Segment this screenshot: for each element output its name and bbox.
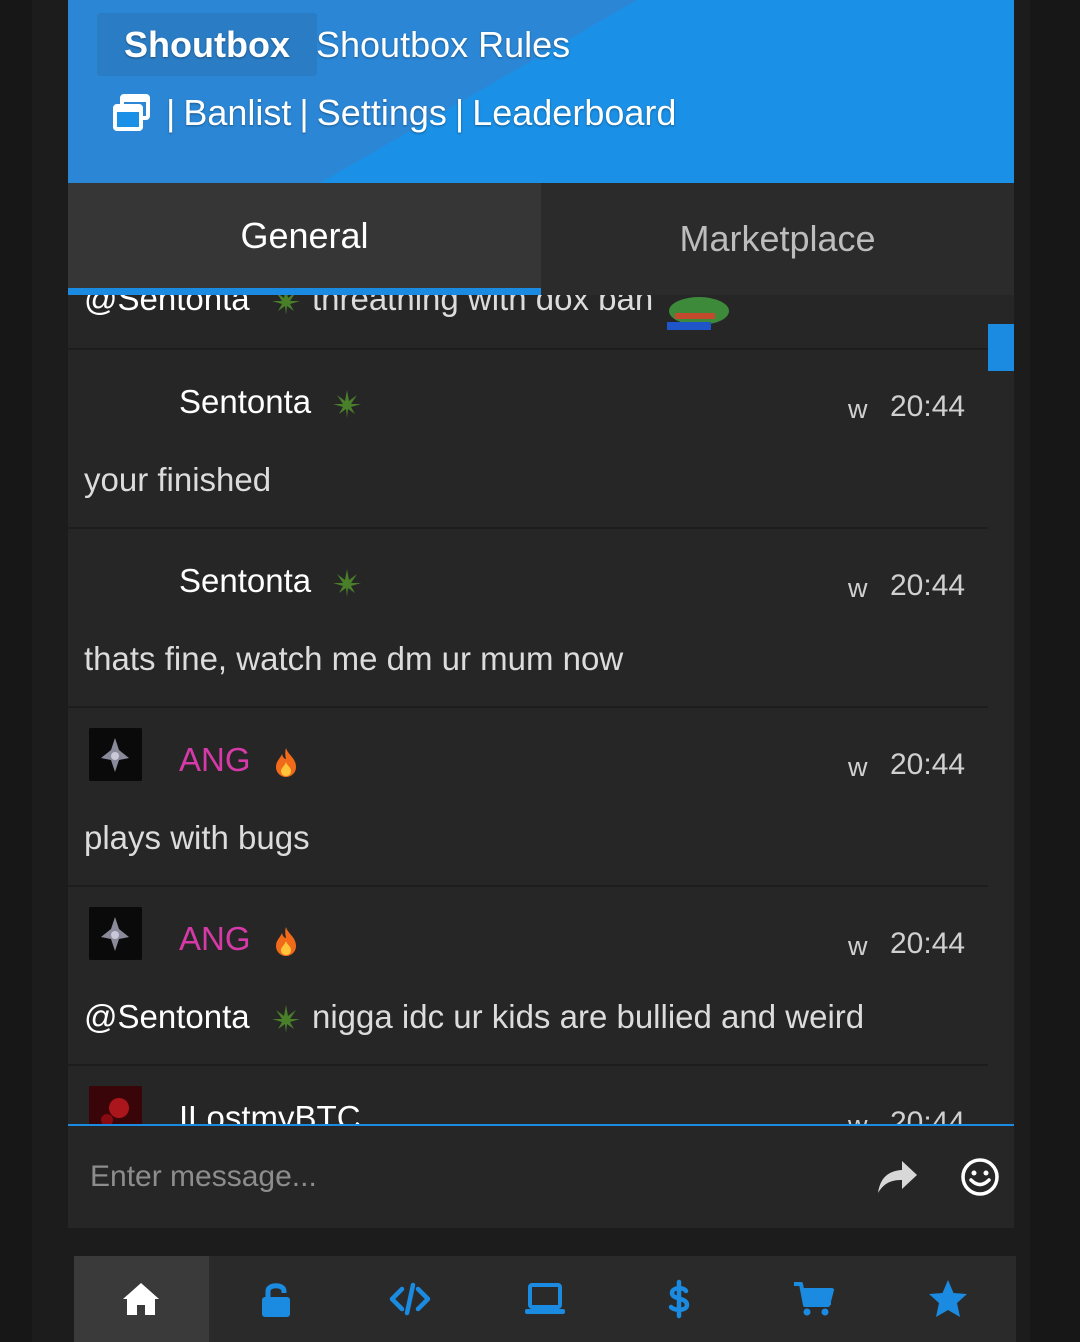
separator: | — [454, 92, 465, 133]
message-username[interactable]: Sentonta — [179, 562, 364, 600]
mention[interactable]: @Sentonta — [84, 295, 250, 317]
leaf-icon — [271, 295, 300, 316]
leaf-icon — [333, 569, 362, 598]
message-input[interactable] — [68, 1126, 858, 1228]
shoutbox-title[interactable]: Shoutbox — [97, 13, 317, 76]
separator: | — [166, 92, 176, 133]
dollar-icon — [669, 1279, 690, 1319]
code-icon — [390, 1282, 431, 1316]
message-username[interactable]: ANG — [179, 741, 302, 779]
message-time: 20:44 — [890, 390, 966, 423]
nav-cart[interactable] — [747, 1256, 882, 1342]
message-time: 20:44 — [890, 748, 966, 781]
home-icon — [123, 1283, 160, 1315]
channel-tabs: General Marketplace — [68, 183, 1014, 295]
message-username[interactable]: ANG — [179, 920, 302, 958]
scrollbar-thumb[interactable] — [988, 324, 1014, 371]
nav-star[interactable] — [881, 1256, 1016, 1342]
avatar[interactable] — [89, 907, 142, 960]
message-text: plays with bugs — [84, 819, 310, 856]
popout-window-icon[interactable] — [112, 93, 152, 133]
message-w: w — [848, 573, 868, 603]
fire-icon — [275, 927, 296, 957]
message-composer — [68, 1124, 1014, 1228]
list-item: ANG w 20:44 plays with bugs — [68, 706, 988, 885]
settings-link[interactable]: Settings — [317, 92, 447, 134]
list-item: ILostmyBTC w 20:44 — [68, 1064, 988, 1124]
message-time: 20:44 — [890, 1106, 966, 1124]
avatar[interactable] — [89, 1086, 142, 1124]
shoutbox-panel: Shoutbox Shoutbox Rules | Banlist | Sett… — [68, 0, 1014, 1228]
nav-dollar[interactable] — [612, 1256, 747, 1342]
left-gutter — [0, 0, 32, 1342]
bottom-nav — [74, 1256, 1016, 1342]
cart-icon — [793, 1282, 834, 1316]
list-item: Sentonta w 20:44 your finished — [68, 348, 988, 527]
frog-emote-icon — [667, 297, 729, 330]
message-username[interactable]: ILostmyBTC — [179, 1099, 361, 1124]
laptop-icon — [524, 1283, 565, 1314]
send-share-icon[interactable] — [876, 1159, 918, 1195]
message-list[interactable]: @Sentonta threatning with dox ban Senton… — [68, 295, 1014, 1124]
list-item: Sentonta w 20:44 thats fine, watch me dm… — [68, 527, 988, 706]
message-text: @Sentonta threatning with dox ban — [84, 295, 653, 318]
message-w: w — [848, 931, 868, 961]
nav-unlock[interactable] — [209, 1256, 344, 1342]
message-time: 20:44 — [890, 927, 966, 960]
nav-code[interactable] — [343, 1256, 478, 1342]
message-w: w — [848, 752, 868, 782]
nav-home[interactable] — [74, 1256, 209, 1342]
leaf-icon — [271, 1005, 300, 1034]
fire-icon — [275, 748, 296, 778]
message-username[interactable]: Sentonta — [179, 383, 364, 421]
banlist-link[interactable]: Banlist — [183, 92, 291, 134]
list-item: @Sentonta threatning with dox ban — [68, 295, 988, 348]
message-body: threatning with dox ban — [311, 295, 654, 317]
right-gutter — [1030, 0, 1080, 1342]
nav-laptop[interactable] — [478, 1256, 613, 1342]
unlock-icon — [261, 1283, 290, 1317]
mention[interactable]: @Sentonta — [84, 998, 250, 1035]
leaf-icon — [333, 390, 362, 419]
emoji-icon[interactable] — [960, 1157, 1000, 1197]
separator: | — [299, 92, 309, 133]
message-text: @Sentonta nigga idc ur kids are bullied … — [84, 998, 864, 1036]
header-links: | Banlist | Settings | Leaderboard — [112, 86, 676, 140]
message-w: w — [848, 394, 868, 424]
message-text: your finished — [84, 461, 272, 498]
message-text: thats fine, watch me dm ur mum now — [84, 640, 624, 677]
leaderboard-link[interactable]: Leaderboard — [472, 92, 676, 134]
shoutbox-rules-link[interactable]: Shoutbox Rules — [316, 13, 570, 76]
tab-general[interactable]: General — [68, 183, 541, 295]
message-body: nigga idc ur kids are bullied and weird — [311, 998, 865, 1035]
list-item: ANG w 20:44 @Sentonta nigga idc ur kids … — [68, 885, 988, 1064]
shoutbox-header: Shoutbox Shoutbox Rules | Banlist | Sett… — [68, 0, 1014, 183]
message-time: 20:44 — [890, 569, 966, 602]
star-icon — [929, 1280, 968, 1317]
avatar[interactable] — [89, 728, 142, 781]
message-w: w — [848, 1110, 868, 1124]
tab-marketplace[interactable]: Marketplace — [541, 183, 1014, 295]
